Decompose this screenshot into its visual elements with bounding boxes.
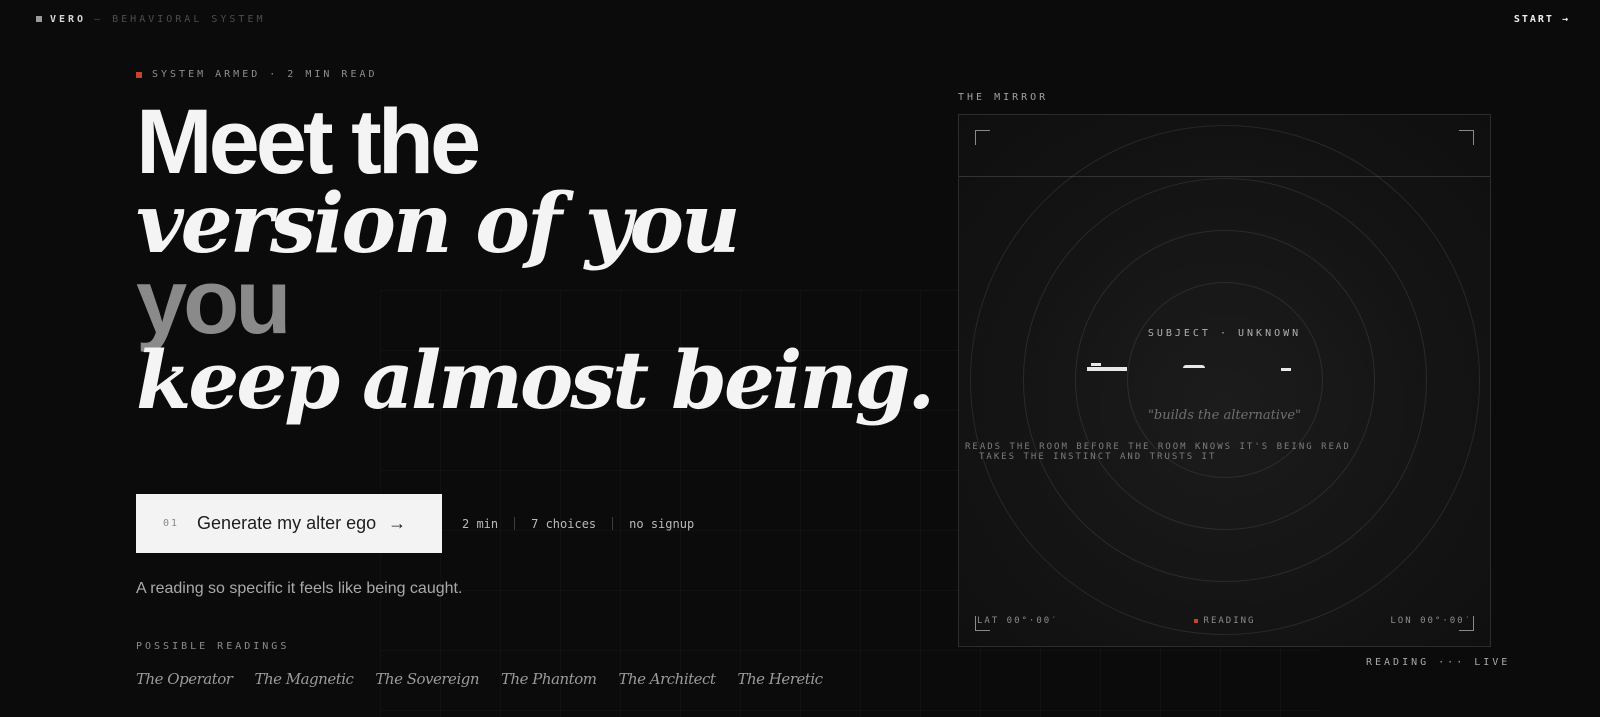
cta-label: Generate my alter ego — [197, 513, 377, 533]
start-button[interactable]: START → — [1514, 14, 1570, 25]
mirror-panel: SUBJECT · UNKNOWN "builds the alternativ… — [958, 114, 1491, 647]
cta-row: 01 Generate my alter ego → 2 min 7 choic… — [136, 494, 694, 553]
meta-choices: 7 choices — [531, 516, 597, 531]
reading-status: READING — [1193, 616, 1256, 626]
trait-line-2: TAKES THE INSTINCT AND TRUSTS IT — [979, 452, 1217, 462]
mirror-footer: LAT 00°·00′ READING LON 00°·00′ — [977, 616, 1472, 626]
status-text: SYSTEM ARMED · 2 MIN READ — [152, 69, 378, 80]
mirror-label: THE MIRROR — [958, 92, 1049, 103]
mirror-quote: "builds the alternative" — [1147, 408, 1302, 423]
longitude-readout: LON 00°·00′ — [1390, 616, 1472, 626]
corner-bracket-icon — [1459, 130, 1474, 145]
trait-line-1: READS THE ROOM BEFORE THE ROOM KNOWS IT'… — [965, 442, 1351, 452]
status-dot-icon — [1193, 619, 1198, 623]
reading-magnetic[interactable]: The Magnetic — [254, 670, 353, 688]
corner-bracket-icon — [975, 130, 990, 145]
meta-divider — [612, 517, 614, 530]
reading-operator[interactable]: The Operator — [136, 670, 233, 688]
headline-line-1: Meet the — [136, 91, 481, 193]
reading-architect[interactable]: The Architect — [618, 670, 716, 688]
headline-line-3: you — [136, 251, 292, 353]
reading-sovereign[interactable]: The Sovereign — [375, 670, 479, 688]
meta-signup: no signup — [629, 516, 695, 531]
reading-heretic[interactable]: The Heretic — [737, 670, 823, 688]
meta-duration: 2 min — [462, 516, 499, 531]
brand-name: VERO — [50, 13, 87, 25]
reading-status-text: READING — [1203, 616, 1256, 626]
glitch-fragment — [1091, 363, 1101, 366]
top-bar: VERO — BEHAVIORAL SYSTEM START → — [36, 12, 1570, 26]
system-status: SYSTEM ARMED · 2 MIN READ — [136, 69, 378, 80]
cta-number: 01 — [163, 518, 180, 529]
latitude-readout: LAT 00°·00′ — [977, 616, 1059, 626]
brand[interactable]: VERO — BEHAVIORAL SYSTEM — [36, 14, 265, 25]
brand-tagline: — BEHAVIORAL SYSTEM — [94, 13, 266, 25]
glitch-fragment — [1087, 367, 1127, 371]
subject-label: SUBJECT · UNKNOWN — [1147, 328, 1302, 339]
generate-alter-ego-button[interactable]: 01 Generate my alter ego → — [136, 494, 442, 553]
glitch-fragment — [1281, 368, 1291, 371]
meta-divider — [514, 517, 516, 530]
arrow-right-icon: → — [388, 513, 407, 533]
readings-label: POSSIBLE READINGS — [136, 641, 290, 652]
hero-subline: A reading so specific it feels like bein… — [136, 580, 463, 597]
status-dot-icon — [136, 71, 142, 78]
hero-headline: Meet the version of you you keep almost … — [136, 91, 935, 427]
glitch-fragment — [1183, 365, 1205, 368]
reading-live-indicator: READING ··· LIVE — [1366, 657, 1511, 668]
readings-list: The Operator The Magnetic The Sovereign … — [136, 670, 823, 688]
brand-square-icon — [36, 16, 42, 22]
page: VERO — BEHAVIORAL SYSTEM START → SYSTEM … — [0, 0, 1600, 717]
cta-meta: 2 min 7 choices no signup — [462, 517, 694, 531]
reading-phantom[interactable]: The Phantom — [501, 670, 597, 688]
headline-line-4: keep almost being. — [136, 333, 935, 427]
